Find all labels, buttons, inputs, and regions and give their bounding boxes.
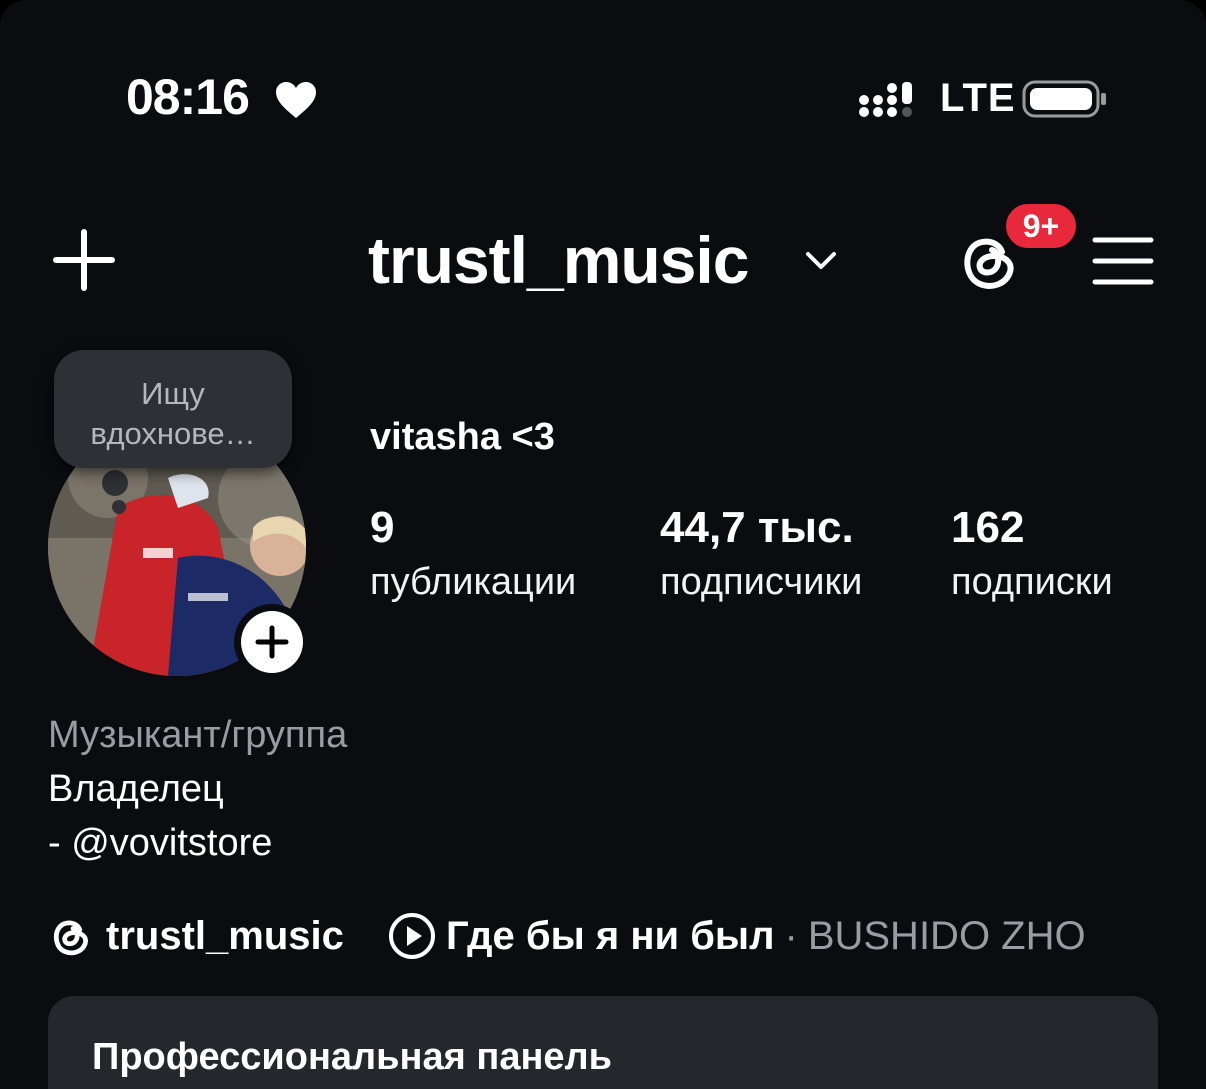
threads-handle: trustl_music <box>106 913 344 958</box>
separator-dot: · <box>784 913 798 958</box>
chevron-down-icon[interactable] <box>804 248 838 274</box>
stat-following[interactable]: 162 подписки <box>951 502 1113 610</box>
notification-badge[interactable]: 9+ <box>1002 200 1080 252</box>
plus-icon <box>255 625 289 659</box>
bio-line-1: Владелец <box>48 768 224 810</box>
create-plus-button[interactable] <box>52 228 116 292</box>
note-text: Ищу вдохнове… <box>90 376 256 451</box>
stat-posts-label: публикации <box>370 561 577 603</box>
play-circle-icon <box>389 913 435 959</box>
network-type: LTE <box>940 76 1016 120</box>
add-story-button[interactable] <box>234 604 310 680</box>
profile-screen: 08:16 LTE trustl_music 9+ Ищу вдохнове… … <box>0 0 1206 1089</box>
profile-category: Музыкант/группа <box>48 714 348 756</box>
cellular-signal-icon <box>859 82 912 117</box>
profile-music-link[interactable]: Где бы я ни был · BUSHIDO ZHO <box>388 912 1086 960</box>
status-time: 08:16 <box>126 69 250 125</box>
stat-posts-count: 9 <box>370 503 395 552</box>
display-name: vitasha <3 <box>370 416 555 458</box>
stat-followers-label: подписчики <box>660 561 863 603</box>
professional-dashboard-title: Профессиональная панель <box>92 1036 613 1078</box>
account-username[interactable]: trustl_music <box>368 222 749 298</box>
stat-posts[interactable]: 9 публикации <box>370 502 576 610</box>
threads-icon <box>53 920 88 956</box>
heart-icon <box>276 82 316 118</box>
menu-icon[interactable] <box>1092 234 1154 288</box>
profile-note-bubble[interactable]: Ищу вдохнове… <box>54 350 292 468</box>
professional-dashboard-card[interactable]: Профессиональная панель <box>48 996 1158 1089</box>
note-bubble-tail <box>102 470 128 496</box>
song-artist: BUSHIDO ZHO <box>807 913 1086 958</box>
stat-following-count: 162 <box>951 503 1025 552</box>
battery-icon <box>1022 80 1106 118</box>
stat-followers[interactable]: 44,7 тыс. подписчики <box>660 502 862 610</box>
bio-line-2-mention[interactable]: - @vovitstore <box>48 822 272 865</box>
note-bubble-tail-small <box>112 500 126 514</box>
song-title: Где бы я ни был <box>446 913 775 958</box>
stat-following-label: подписки <box>951 561 1113 603</box>
stat-followers-count: 44,7 тыс. <box>660 503 854 552</box>
threads-profile-link[interactable]: trustl_music <box>50 912 344 960</box>
